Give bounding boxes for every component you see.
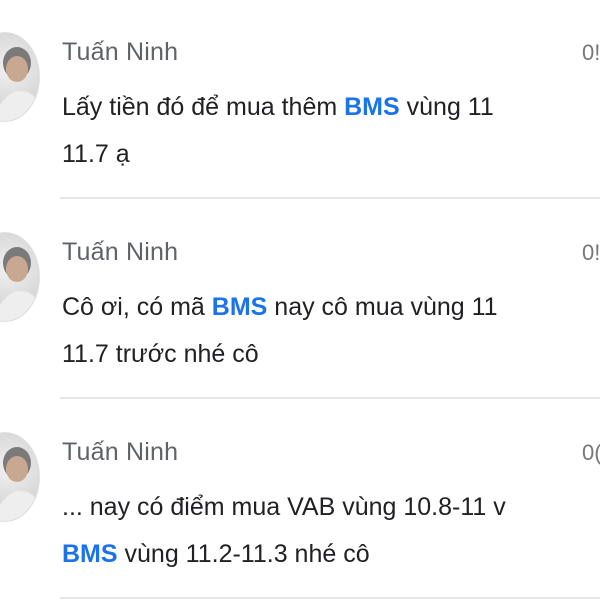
- message-line: Cô ơi, có mã BMS nay cô mua vùng 11: [62, 284, 600, 331]
- stock-code-highlight[interactable]: BMS: [344, 93, 400, 121]
- message-item[interactable]: Tuấn Ninh 0( ... nay có điểm mua VAB vùn…: [0, 400, 600, 600]
- sender-name: Tuấn Ninh: [62, 238, 179, 266]
- divider: [60, 597, 600, 599]
- avatar[interactable]: [0, 432, 40, 522]
- message-text: ... nay có điểm mua VAB vùng 10.8-11 v B…: [62, 484, 600, 578]
- message-text-segment: 11.7 ạ: [62, 140, 130, 168]
- sender-name: Tuấn Ninh: [62, 38, 179, 66]
- message-line: BMS vùng 11.2-11.3 nhé cô: [62, 531, 600, 578]
- message-text: Cô ơi, có mã BMS nay cô mua vùng 11 11.7…: [62, 284, 600, 378]
- message-line: 11.7 trước nhé cô: [62, 331, 600, 378]
- stock-code-highlight[interactable]: BMS: [62, 540, 118, 568]
- divider: [60, 197, 600, 199]
- message-time: 0!: [582, 240, 600, 265]
- divider: [60, 397, 600, 399]
- message-text: Lấy tiền đó để mua thêm BMS vùng 11 11.7…: [62, 84, 600, 178]
- message-text-segment: vùng 11: [399, 93, 494, 121]
- message-line: Lấy tiền đó để mua thêm BMS vùng 11: [62, 84, 600, 131]
- message-text-segment: nay cô mua vùng 11: [267, 293, 498, 321]
- message-item[interactable]: Tuấn Ninh 0! Lấy tiền đó để mua thêm BMS…: [0, 0, 600, 200]
- stock-code-highlight[interactable]: BMS: [212, 293, 268, 321]
- message-text-segment: 11.7 trước nhé cô: [62, 340, 259, 368]
- message-text-segment: vùng 11.2-11.3 nhé cô: [117, 540, 370, 568]
- message-time: 0!: [582, 40, 600, 65]
- message-item[interactable]: Tuấn Ninh 0! Cô ơi, có mã BMS nay cô mua…: [0, 200, 600, 400]
- avatar[interactable]: [0, 232, 40, 322]
- message-line: 11.7 ạ: [62, 131, 600, 178]
- message-text-segment: Lấy tiền đó để mua thêm: [62, 93, 345, 121]
- message-feed: Tuấn Ninh 0! Lấy tiền đó để mua thêm BMS…: [0, 0, 600, 600]
- message-text-segment: Cô ơi, có mã: [62, 293, 212, 321]
- sender-name: Tuấn Ninh: [62, 438, 179, 466]
- avatar[interactable]: [0, 32, 40, 122]
- message-line: ... nay có điểm mua VAB vùng 10.8-11 v: [62, 484, 600, 531]
- message-text-segment: ... nay có điểm mua VAB vùng 10.8-11 v: [62, 493, 506, 521]
- message-time: 0(: [582, 440, 600, 465]
